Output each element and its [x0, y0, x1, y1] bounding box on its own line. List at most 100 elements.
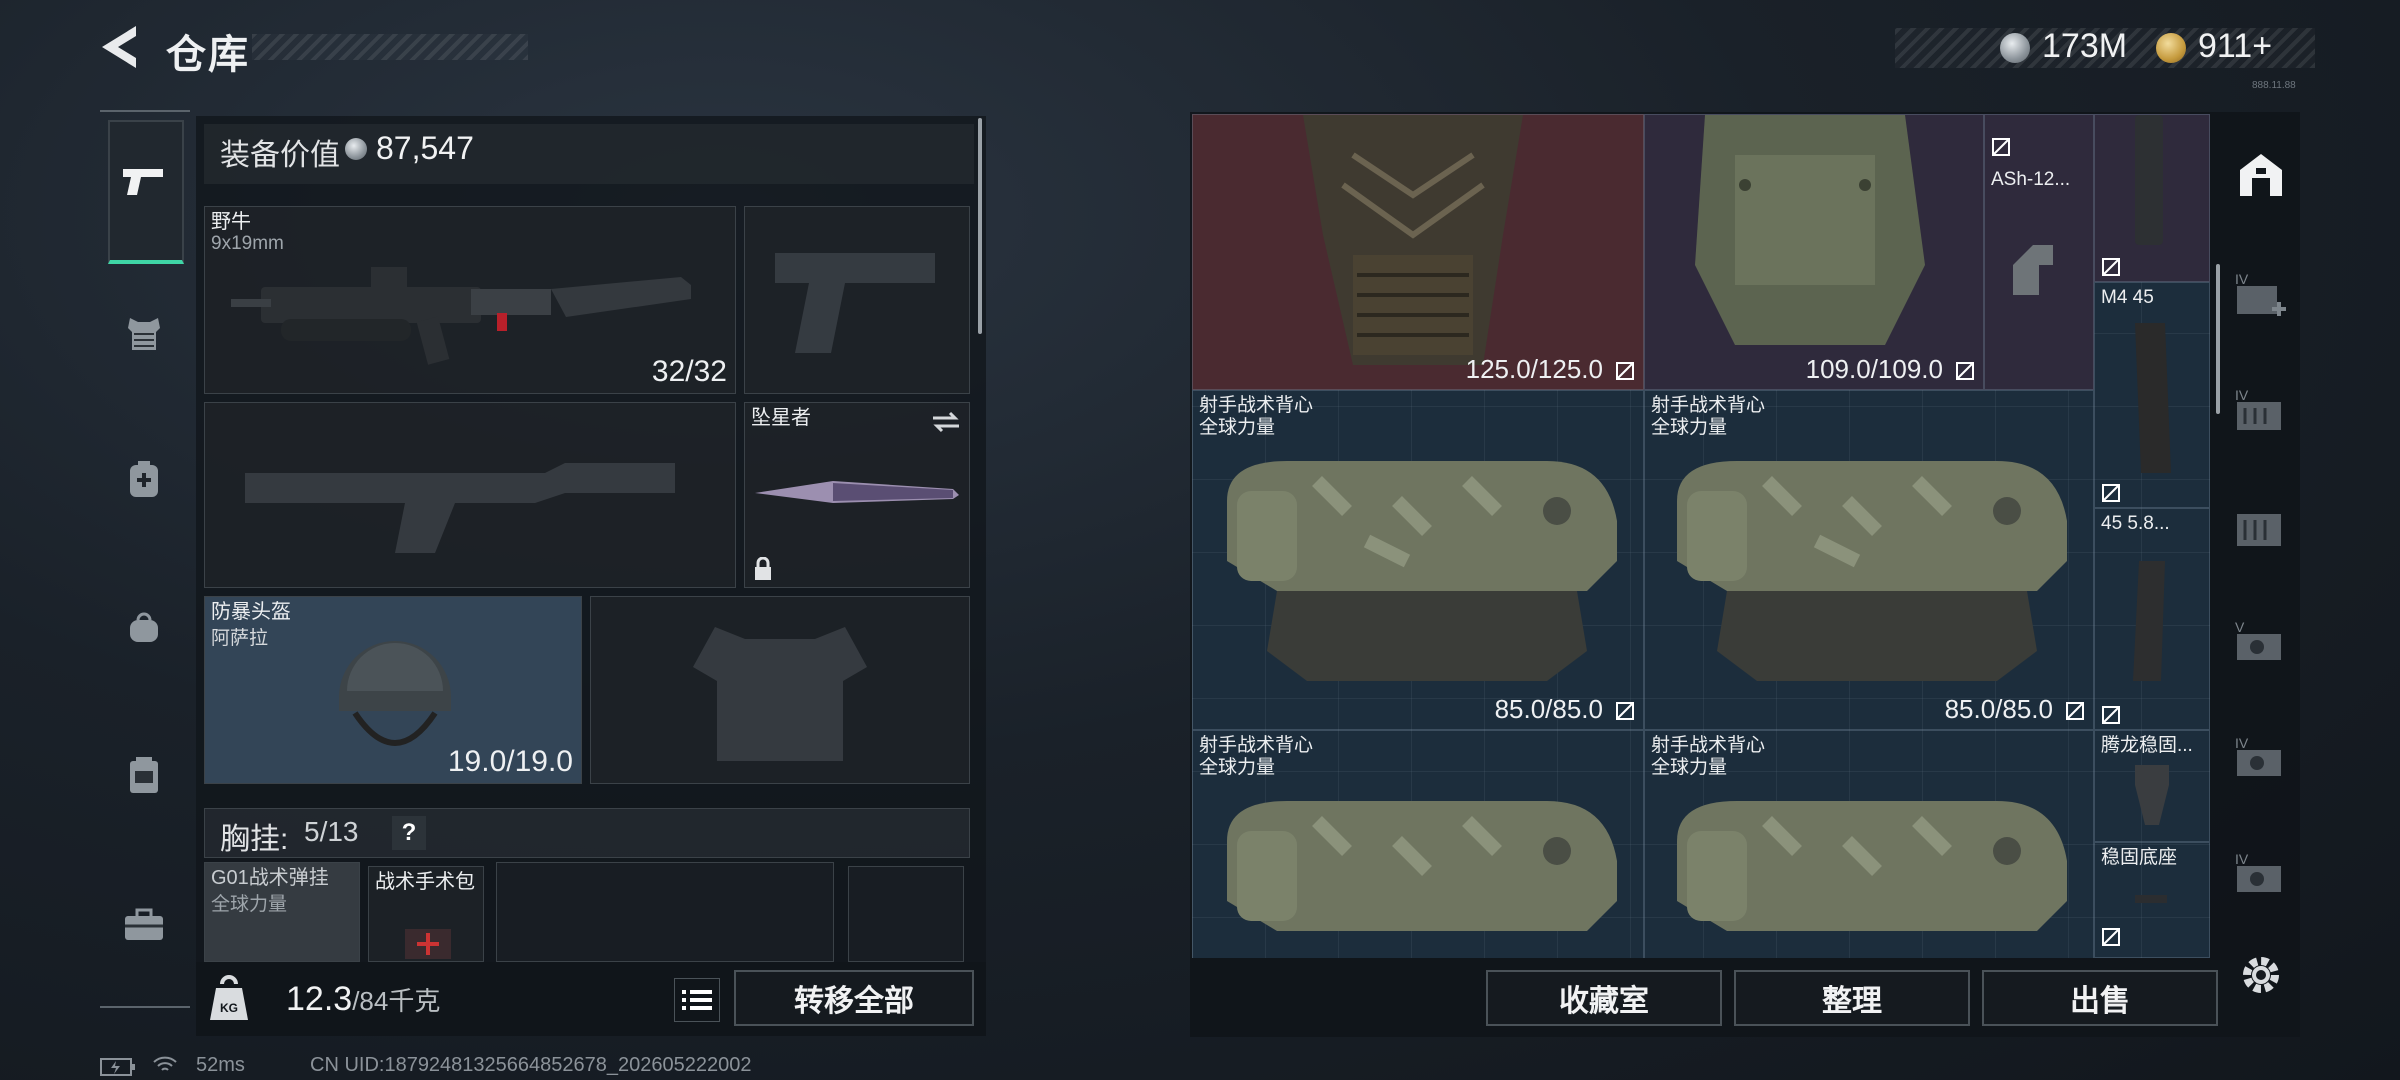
gold-coin-icon: [2156, 33, 2186, 63]
back-icon[interactable]: [96, 22, 140, 72]
sidearm-slot[interactable]: [744, 206, 970, 394]
chest-rig-label: 胸挂:: [220, 823, 289, 856]
carry-weight-value: 12.3: [286, 980, 353, 1018]
list-view-button[interactable]: [674, 978, 720, 1022]
pistol-icon[interactable]: [106, 144, 182, 220]
sell-button[interactable]: 出售: [1982, 970, 2218, 1026]
rig-empty-slot[interactable]: [496, 862, 834, 962]
item-name: 射手战术背心: [1651, 735, 1766, 756]
stash-item-vest[interactable]: 射手战术背心 全球力量 85.0/85.0: [1644, 390, 2094, 730]
no-insurance-icon: [1992, 138, 2010, 156]
svg-text:IV: IV: [2235, 735, 2249, 751]
toolbox-icon[interactable]: [106, 886, 182, 962]
rail-divider-bottom: [100, 1006, 190, 1008]
weapon-ammo: 32/32: [651, 355, 727, 388]
no-insurance-icon: [2066, 702, 2084, 720]
stash-item-vest[interactable]: 射手战术背心 全球力量: [1644, 730, 2094, 958]
knife-image: [755, 481, 959, 503]
stash-page-rail: IV IV V IV IV: [2222, 114, 2300, 1034]
stash-item-armor[interactable]: 109.0/109.0: [1644, 114, 1984, 390]
body-armor-slot[interactable]: [590, 596, 970, 784]
item-brand: 全球力量: [1651, 757, 1728, 778]
attachment-image: [2013, 245, 2053, 295]
armor-durability: 125.0/125.0: [1465, 354, 1603, 384]
equipment-scrollbar[interactable]: [978, 118, 982, 334]
sort-button[interactable]: 整理: [1734, 970, 1970, 1026]
no-insurance-icon: [2102, 706, 2120, 724]
lock-icon: [755, 557, 771, 580]
carry-weight-limit: /84千克: [352, 986, 441, 1016]
medkit-image: [405, 929, 451, 959]
title-decoration: [252, 34, 528, 60]
stash-item-armor[interactable]: 125.0/125.0: [1192, 114, 1644, 390]
add-stash-icon[interactable]: IV: [2230, 262, 2292, 324]
item-name: M4 45: [2101, 287, 2154, 308]
rig-item-name: G01战术弹挂: [211, 867, 329, 889]
vest-durability: 85.0/85.0: [1944, 694, 2053, 724]
vest-durability: 85.0/85.0: [1494, 694, 1603, 724]
svg-text:IV: IV: [2235, 271, 2249, 287]
no-insurance-icon: [2102, 928, 2120, 946]
collection-room-button[interactable]: 收藏室: [1486, 970, 1722, 1026]
chest-rig-icon[interactable]: [106, 738, 182, 814]
vest-image: [1677, 461, 2067, 681]
list-icon: [682, 990, 712, 1010]
rig-item[interactable]: G01战术弹挂 全球力量: [204, 862, 360, 962]
equipment-category-rail: [100, 110, 190, 1010]
svg-text:IV: IV: [2235, 387, 2249, 403]
svg-text:IV: IV: [2235, 851, 2249, 867]
bag-icon[interactable]: [106, 590, 182, 666]
stash-item-vest[interactable]: 射手战术背心 全球力量: [1192, 730, 1644, 958]
silver-coin-icon: [345, 138, 367, 160]
item-name: 射手战术背心: [1199, 735, 1314, 756]
armor-image: [1695, 115, 1925, 345]
armor-vest-icon[interactable]: [106, 296, 182, 372]
stash-item-magazine[interactable]: [2094, 114, 2210, 282]
transfer-all-button[interactable]: 转移全部: [734, 970, 974, 1026]
carry-weight: 12.3/84千克: [286, 980, 440, 1019]
user-uid: CN UID:18792481325664852678_202605222002: [310, 1054, 752, 1076]
item-name: 腾龙稳固...: [2101, 735, 2193, 756]
stash-item-bipod[interactable]: 稳固底座: [2094, 842, 2210, 958]
no-insurance-icon: [2102, 258, 2120, 276]
stash-page-5-icon[interactable]: IV: [2230, 726, 2292, 788]
silver-currency-value[interactable]: 173M: [2042, 27, 2127, 66]
silver-coin-icon: [2000, 33, 2030, 63]
equipment-value: 87,547: [376, 130, 474, 166]
grip-image: [2135, 765, 2169, 825]
stash-page-2-icon[interactable]: IV: [2230, 378, 2292, 440]
svg-text:KG: KG: [220, 1001, 238, 1015]
melee-name: 坠星者: [751, 407, 811, 429]
melee-slot[interactable]: 坠星者: [744, 402, 970, 588]
no-insurance-icon: [1956, 362, 1974, 380]
help-button[interactable]: ?: [392, 816, 426, 850]
rig-item-brand: 全球力量: [211, 894, 288, 915]
settings-gear-icon[interactable]: [2238, 952, 2284, 998]
stash-item-grip[interactable]: 腾龙稳固...: [2094, 730, 2210, 842]
stash-page-3-icon[interactable]: [2230, 494, 2292, 556]
stash-item-magazine[interactable]: 45 5.8...: [2094, 508, 2210, 730]
stash-scrollbar[interactable]: [2216, 264, 2220, 414]
stash-page-6-icon[interactable]: IV: [2230, 842, 2292, 904]
rig-empty-slot[interactable]: [848, 866, 964, 962]
vest-image: [1227, 801, 1617, 931]
stash-grid[interactable]: 125.0/125.0 109.0/109.0 ASh-12... M4 45 …: [1192, 114, 2210, 958]
wifi-icon: [153, 1056, 177, 1071]
helmet-slot[interactable]: 防暴头盔 阿萨拉 19.0/19.0: [204, 596, 582, 784]
rig-item-name: 战术手术包: [375, 871, 475, 893]
stash-page-4-icon[interactable]: V: [2230, 610, 2292, 672]
stash-item-attachment[interactable]: ASh-12...: [1984, 114, 2094, 390]
secondary-weapon-slot[interactable]: [204, 402, 736, 588]
stash-item-magazine[interactable]: M4 45: [2094, 282, 2210, 508]
stash-item-vest[interactable]: 射手战术背心 全球力量 85.0/85.0: [1192, 390, 1644, 730]
armor-placeholder-icon: [693, 627, 867, 761]
swap-icon[interactable]: [931, 411, 961, 433]
vault-icon[interactable]: [2230, 144, 2292, 206]
medical-backpack-icon[interactable]: [106, 442, 182, 518]
primary-weapon-slot[interactable]: 野牛 9x19mm 32/32: [204, 206, 736, 394]
item-name: 稳固底座: [2101, 847, 2178, 868]
equipment-value-label: 装备价值: [220, 139, 340, 172]
rig-item[interactable]: 战术手术包: [368, 866, 484, 962]
server-tag: 888.11.88: [2252, 80, 2296, 91]
gold-currency-value[interactable]: 911+: [2198, 27, 2272, 66]
